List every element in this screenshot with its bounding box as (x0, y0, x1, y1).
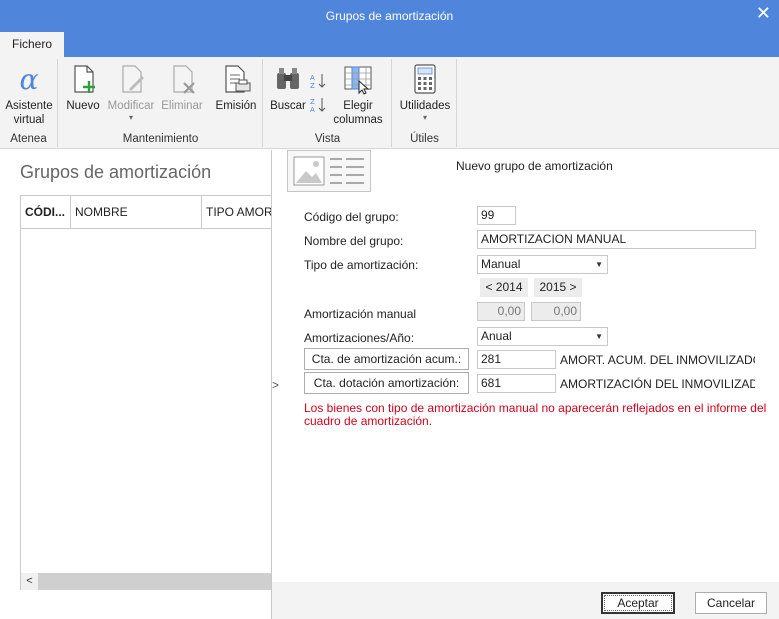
utilidades-button[interactable]: Utilidades ▾ (395, 61, 455, 123)
cta-acum-button[interactable]: Cta. de amortización acum.: (304, 348, 469, 370)
svg-text:Z: Z (310, 82, 315, 89)
manual-label: Amortización manual (304, 307, 417, 321)
elegir-label-1: Elegir (343, 100, 373, 112)
ribbon-group-mantenimiento: Nuevo Modificar ▾ Eliminar Emisión Mante… (59, 59, 263, 147)
tipo-select[interactable]: Manual ▼ (477, 255, 608, 274)
emision-label: Emisión (215, 100, 257, 112)
grid-header: CÓDI... NOMBRE TIPO AMORT (21, 196, 273, 229)
column-header-nombre[interactable]: NOMBRE (71, 196, 202, 229)
anio-label: Amortizaciones/Año: (304, 331, 415, 345)
group-label-utiles: Útiles (410, 133, 439, 145)
group-label-mantenimiento: Mantenimiento (122, 133, 199, 145)
asistente-label-1: Asistente (5, 100, 53, 112)
emision-button[interactable]: Emisión (213, 61, 259, 113)
anio-select[interactable]: Anual ▼ (477, 327, 608, 346)
scroll-left-icon[interactable]: < (21, 573, 38, 590)
new-document-icon (74, 65, 95, 93)
modificar-label: Modificar (107, 100, 155, 112)
window-title: Grupos de amortización (325, 9, 454, 23)
svg-text:A: A (310, 106, 315, 113)
sort-descending-button[interactable]: Z A (308, 97, 328, 117)
image-placeholder-icon (293, 156, 364, 186)
cta-dotacion-button[interactable]: Cta. dotación amortización: (304, 372, 469, 394)
cta-dotacion-field[interactable]: 681 (477, 374, 556, 393)
asistente-virtual-button[interactable]: α Asistente virtual (2, 61, 56, 127)
close-icon[interactable]: ✕ (756, 4, 771, 22)
ribbon-group-utiles: Utilidades ▾ Útiles (393, 59, 457, 147)
horizontal-scrollbar[interactable]: < (21, 573, 272, 590)
chevron-down-icon: ▼ (595, 332, 603, 341)
ribbon-group-vista: Buscar A Z Z A Elegir columnas Vista (264, 59, 392, 147)
column-header-tipo[interactable]: TIPO AMORT (202, 196, 273, 229)
asistente-label-2: virtual (13, 114, 45, 126)
nombre-label: Nombre del grupo: (304, 234, 404, 248)
sort-ascending-button[interactable]: A Z (308, 73, 328, 93)
chevron-down-icon: ▼ (595, 260, 603, 269)
anio-select-value: Anual (481, 329, 512, 343)
accept-button[interactable]: Aceptar (601, 592, 675, 614)
utilidades-label: Utilidades (399, 100, 451, 112)
buscar-label: Buscar (270, 100, 306, 112)
expand-chevron-icon[interactable]: > (272, 378, 282, 392)
nuevo-label: Nuevo (66, 100, 100, 112)
delete-document-icon (173, 65, 195, 94)
eliminar-button[interactable]: Eliminar (159, 61, 205, 113)
buscar-button[interactable]: Buscar (268, 61, 308, 113)
cta-acum-description: AMORT. ACUM. DEL INMOVILIZADO M (560, 353, 755, 367)
alpha-icon: α (20, 63, 39, 95)
manual-2015-field: 0,00 (531, 302, 581, 321)
column-header-codigo[interactable]: CÓDI... (21, 196, 71, 229)
chevron-down-icon: ▾ (422, 113, 427, 122)
binoculars-icon (277, 68, 299, 89)
sort-az-icon: A Z (310, 74, 326, 90)
codigo-label: Código del grupo: (304, 210, 399, 224)
sort-za-icon: Z A (310, 98, 326, 114)
dialog-footer: Aceptar Cancelar (272, 582, 779, 619)
tipo-label: Tipo de amortización: (304, 258, 419, 272)
tab-fichero[interactable]: Fichero (0, 32, 64, 57)
page-title: Grupos de amortización (20, 162, 212, 182)
group-label-vista: Vista (314, 133, 341, 145)
tipo-select-value: Manual (481, 257, 521, 271)
elegir-label-2: columnas (333, 114, 383, 126)
nombre-field[interactable]: AMORTIZACION MANUAL (477, 230, 756, 249)
manual-2014-field: 0,00 (477, 302, 525, 321)
warning-line-2: cuadro de amortización. (304, 414, 433, 428)
svg-text:A: A (310, 74, 315, 82)
form-panel: > Nuevo grupo de amortización Código del… (271, 150, 779, 619)
elegir-columnas-button[interactable]: Elegir columnas (332, 61, 384, 127)
cancel-button[interactable]: Cancelar (695, 592, 767, 614)
cta-dotacion-description: AMORTIZACIÓN DEL INMOVILIZADO M (560, 377, 755, 391)
image-placeholder (287, 150, 371, 192)
list-panel: Grupos de amortización CÓDI... NOMBRE TI… (0, 150, 273, 619)
nuevo-button[interactable]: Nuevo (65, 61, 101, 113)
modificar-button[interactable]: Modificar ▾ (103, 61, 159, 123)
title-bar: Grupos de amortización ✕ (0, 0, 779, 32)
tab-strip: Fichero (0, 32, 779, 57)
calculator-icon (414, 64, 436, 94)
print-document-icon (225, 65, 251, 93)
data-grid[interactable]: CÓDI... NOMBRE TIPO AMORT < (20, 195, 273, 590)
columns-icon (344, 66, 372, 95)
cta-acum-field[interactable]: 281 (477, 350, 556, 369)
year-next-button[interactable]: 2015 > (534, 278, 582, 297)
ribbon-group-atenea: α Asistente virtual Atenea (0, 59, 58, 147)
svg-text:α: α (20, 63, 39, 95)
group-label-atenea: Atenea (10, 133, 47, 145)
warning-line-1: Los bienes con tipo de amortización manu… (304, 401, 767, 415)
form-title: Nuevo grupo de amortización (456, 159, 613, 173)
year-prev-button[interactable]: < 2014 (480, 278, 528, 297)
edit-document-icon (122, 65, 144, 93)
eliminar-label: Eliminar (161, 100, 203, 112)
warning-message: Los bienes con tipo de amortización manu… (304, 402, 779, 428)
svg-text:Z: Z (310, 98, 315, 106)
chevron-down-icon: ▾ (128, 113, 133, 122)
codigo-field[interactable]: 99 (477, 206, 516, 225)
ribbon: α Asistente virtual Atenea Nuevo Modific… (0, 57, 779, 149)
